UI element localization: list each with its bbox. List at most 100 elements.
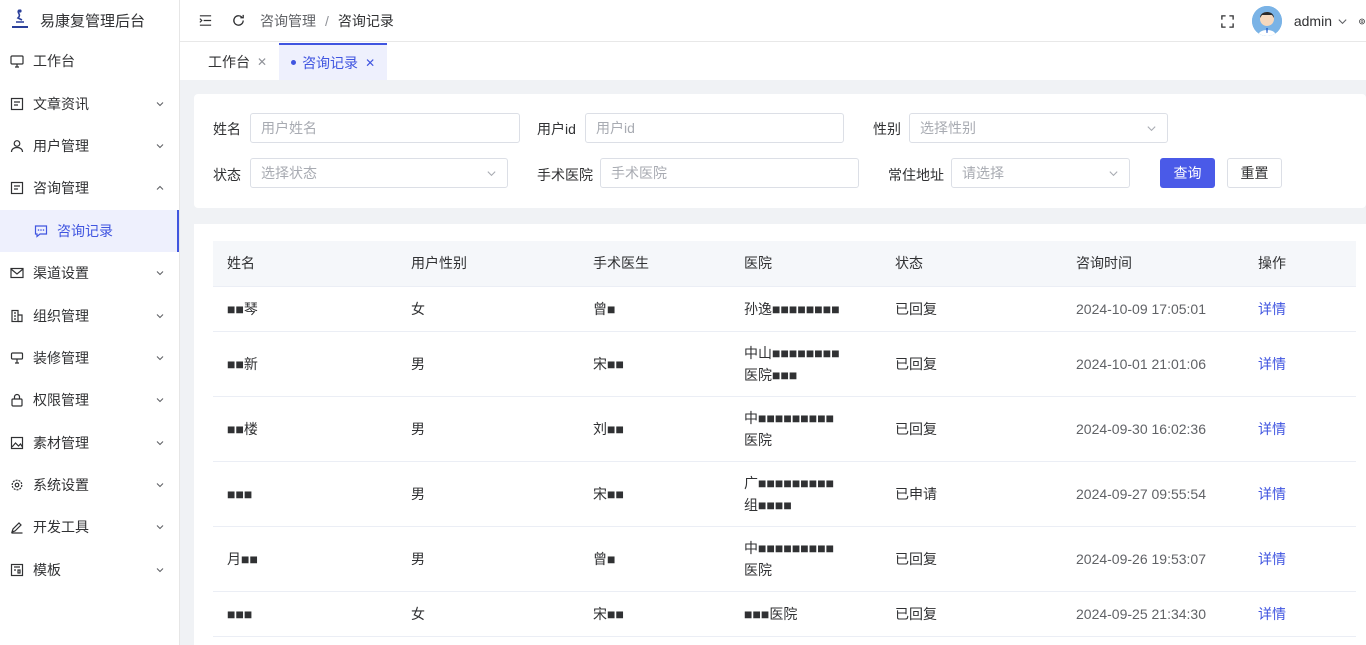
chat-icon bbox=[34, 224, 48, 238]
breadcrumb-separator: / bbox=[325, 12, 329, 29]
cell-doctor: 宋■■ bbox=[579, 591, 730, 637]
detail-link[interactable]: 详情 bbox=[1258, 301, 1286, 317]
hospital-line: 中■■■■■■■■■ bbox=[744, 409, 835, 426]
cell-status: 已回复 bbox=[881, 286, 1062, 332]
table-row: ■■琴 女曾■ 孙逸■■■■■■■■ 已回复 2024-10-09 17:05:01 详情 bbox=[213, 286, 1356, 332]
column-header-time: 咨询时间 bbox=[1062, 241, 1244, 287]
cell-time: 2024-09-26 19:53:07 bbox=[1062, 526, 1244, 592]
chevron-down-icon bbox=[155, 353, 165, 363]
chevron-down-icon bbox=[155, 522, 165, 532]
tab-label: 咨询记录 bbox=[302, 54, 359, 71]
close-icon[interactable]: ✕ bbox=[257, 55, 267, 69]
hospital-line: ■■■医院 bbox=[744, 605, 798, 622]
cell-action: 详情 bbox=[1244, 591, 1356, 637]
sidebar-item-10[interactable]: 系统设置 bbox=[0, 464, 179, 506]
records-table-card: 姓名 用户性别 手术医生 医院 状态 咨询时间 操作 ■■琴女曾■ 孙逸■■■■■… bbox=[194, 224, 1366, 645]
tab-workbench[interactable]: 工作台 ✕ bbox=[196, 43, 279, 80]
chevron-down-icon bbox=[1146, 123, 1157, 134]
sidebar-item-11[interactable]: 开发工具 bbox=[0, 506, 179, 548]
hospital-line: 中■■■■■■■■■ bbox=[744, 539, 835, 556]
tab-consult-records[interactable]: 咨询记录 ✕ bbox=[279, 43, 388, 80]
userid-label: 用户id bbox=[537, 121, 576, 137]
chevron-down-icon bbox=[155, 311, 165, 321]
search-form: 姓名 用户姓名 用户id 用户id 性别 选择性别 状态 选择状态 手术医院 手… bbox=[194, 94, 1366, 208]
status-placeholder: 选择状态 bbox=[261, 165, 317, 181]
cell-time: 2024-10-01 21:01:06 bbox=[1062, 331, 1244, 397]
sidebar-item-0[interactable]: 工作台 bbox=[0, 40, 179, 82]
sidebar-menu: 工作台文章资讯 用户管理 咨询管理 咨询记录 渠道设置 组织管理 装修管理 权限管理 素材管理系… bbox=[0, 40, 179, 591]
column-header-action: 操作 bbox=[1244, 241, 1356, 287]
hospital-line: 广■■■■■■■■■ bbox=[744, 474, 835, 491]
cell-hospital: ■■■医院 bbox=[730, 591, 881, 637]
cell-action: 详情 bbox=[1244, 461, 1356, 527]
cell-time: 2024-09-30 16:02:36 bbox=[1062, 396, 1244, 462]
cell-hospital: 孙逸■■■■■■■■ bbox=[730, 286, 881, 332]
query-button[interactable]: 查询 bbox=[1160, 158, 1215, 188]
cell-hospital: 中■■■■■■■■■ 医院 bbox=[730, 526, 881, 592]
detail-link[interactable]: 详情 bbox=[1258, 421, 1286, 437]
sidebar-item-6[interactable]: 组织管理 bbox=[0, 294, 179, 336]
detail-link[interactable]: 详情 bbox=[1258, 486, 1286, 502]
sidebar-item-label: 系统设置 bbox=[33, 477, 89, 494]
consult-icon bbox=[10, 181, 24, 195]
username[interactable]: admin bbox=[1294, 13, 1332, 29]
cell-action: 详情 bbox=[1244, 331, 1356, 397]
cell-name: 月■■ bbox=[213, 526, 397, 592]
breadcrumb-item-records: 咨询记录 bbox=[337, 12, 394, 29]
user-name: ■■琴 bbox=[227, 300, 258, 317]
decorate-icon bbox=[10, 351, 24, 365]
address-cascader[interactable]: 请选择 bbox=[951, 158, 1130, 188]
user-name: 月■■ bbox=[227, 550, 258, 567]
user-name: ■■■ bbox=[227, 485, 253, 502]
sidebar-item-12[interactable]: 模板 bbox=[0, 549, 179, 591]
close-icon[interactable]: ✕ bbox=[365, 56, 375, 70]
table-row: 月■■ 男曾■ 中■■■■■■■■■ 医院 已回复 2024-09-26 19:53:07… bbox=[213, 526, 1356, 592]
sidebar-item-1[interactable]: 文章资讯 bbox=[0, 82, 179, 124]
sidebar-item-5[interactable]: 渠道设置 bbox=[0, 252, 179, 294]
sidebar-item-label: 工作台 bbox=[33, 53, 75, 70]
column-header-name: 姓名 bbox=[213, 241, 397, 287]
table-row: ■■楼 男刘■■ 中■■■■■■■■■ 医院 已回复 2024-09-30 16:02:3… bbox=[213, 396, 1356, 462]
chevron-down-icon bbox=[155, 480, 165, 490]
cell-hospital: 中■■■■■■■■■ 医院 bbox=[730, 396, 881, 462]
hospital-input[interactable]: 手术医院 bbox=[600, 158, 859, 188]
sidebar-item-2[interactable]: 用户管理 bbox=[0, 125, 179, 167]
hospital-label: 手术医院 bbox=[537, 167, 593, 183]
menu-fold-icon[interactable] bbox=[197, 13, 213, 29]
name-placeholder: 用户姓名 bbox=[261, 120, 317, 136]
breadcrumb-item-consult[interactable]: 咨询管理 bbox=[260, 11, 316, 31]
sidebar-item-7[interactable]: 装修管理 bbox=[0, 337, 179, 379]
cell-hospital: 广■■■■■■■■■ 组■■■■ bbox=[730, 461, 881, 527]
cell-doctor: 宋■■ bbox=[579, 331, 730, 397]
sidebar-item-3[interactable]: 咨询管理 bbox=[0, 167, 179, 209]
reset-button[interactable]: 重置 bbox=[1227, 158, 1282, 188]
detail-link[interactable]: 详情 bbox=[1258, 606, 1286, 622]
detail-link[interactable]: 详情 bbox=[1258, 356, 1286, 372]
monitor-icon bbox=[10, 54, 24, 68]
sidebar-item-label: 开发工具 bbox=[33, 519, 89, 536]
sidebar-item-8[interactable]: 权限管理 bbox=[0, 379, 179, 421]
chevron-down-icon[interactable] bbox=[1336, 13, 1348, 29]
hospital-line: 医院 bbox=[744, 431, 772, 448]
user-name: ■■新 bbox=[227, 355, 258, 372]
fullscreen-icon[interactable] bbox=[1220, 13, 1236, 29]
sidebar-item-4[interactable]: 咨询记录 bbox=[0, 209, 179, 252]
gear-icon[interactable] bbox=[1358, 13, 1366, 29]
detail-link[interactable]: 详情 bbox=[1258, 551, 1286, 567]
avatar[interactable] bbox=[1251, 6, 1282, 36]
pen-icon bbox=[10, 520, 24, 535]
cell-gender: 女 bbox=[397, 591, 579, 637]
name-input[interactable]: 用户姓名 bbox=[250, 113, 520, 143]
refresh-icon[interactable] bbox=[230, 13, 246, 29]
org-icon bbox=[10, 309, 24, 323]
sidebar-item-9[interactable]: 素材管理 bbox=[0, 422, 179, 464]
chevron-down-icon bbox=[155, 395, 165, 405]
image-icon bbox=[10, 436, 24, 450]
gender-select[interactable]: 选择性别 bbox=[909, 113, 1168, 143]
hospital-placeholder: 手术医院 bbox=[611, 165, 667, 181]
userid-input[interactable]: 用户id bbox=[585, 113, 844, 143]
chevron-down-icon bbox=[155, 438, 165, 448]
user-name: ■■■ bbox=[227, 605, 253, 622]
cell-name: ■■新 bbox=[213, 331, 397, 397]
status-select[interactable]: 选择状态 bbox=[250, 158, 508, 188]
